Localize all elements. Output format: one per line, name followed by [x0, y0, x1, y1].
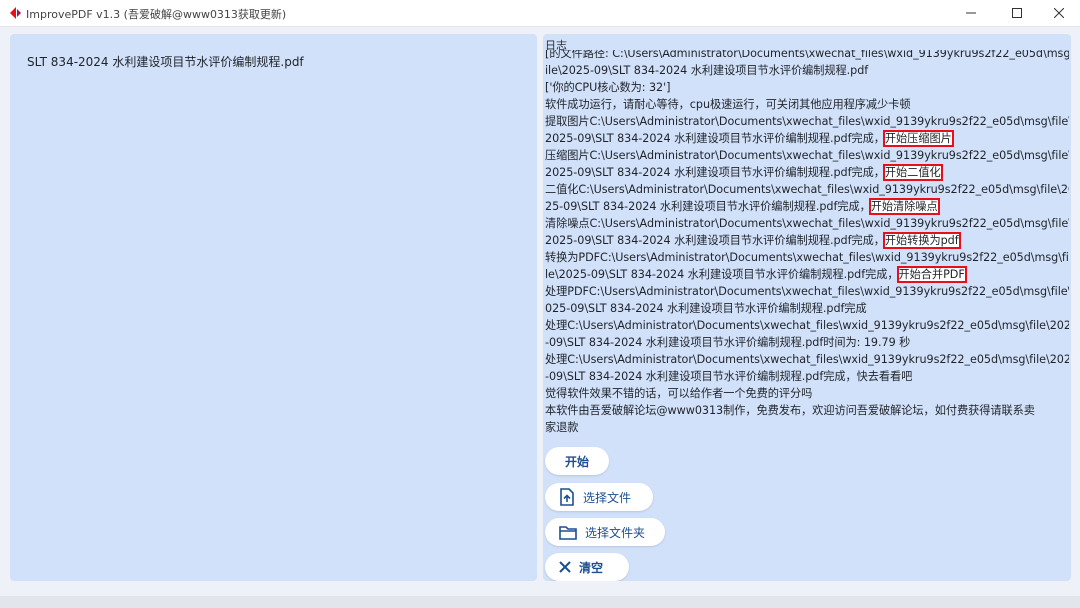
- minimize-button[interactable]: [948, 0, 994, 26]
- log-highlight-box: 开始清除噪点: [868, 198, 940, 215]
- log-line-text: ile\2025-09\SLT 834-2024 水利建设项目节水评价编制规程.…: [545, 64, 869, 77]
- log-line: [的文件路径: C:\Users\Administrator\Documents…: [545, 50, 1069, 62]
- log-panel: 日志 [的文件路径: C:\Users\Administrator\Docume…: [543, 34, 1071, 581]
- log-line: 2025-09\SLT 834-2024 水利建设项目节水评价编制规程.pdf完…: [545, 130, 1069, 147]
- log-line: 转换为PDFC:\Users\Administrator\Documents\x…: [545, 249, 1069, 266]
- start-button[interactable]: 开始: [545, 447, 609, 475]
- log-line-text: 家退款: [545, 421, 579, 434]
- log-line: 25-09\SLT 834-2024 水利建设项目节水评价编制规程.pdf完成，…: [545, 198, 1069, 215]
- log-line-text: 025-09\SLT 834-2024 水利建设项目节水评价编制规程.pdf完成: [545, 302, 867, 315]
- clear-button[interactable]: 清空: [545, 553, 629, 581]
- log-line: le\2025-09\SLT 834-2024 水利建设项目节水评价编制规程.p…: [545, 266, 1069, 283]
- log-line-text: -09\SLT 834-2024 水利建设项目节水评价编制规程.pdf完成，快去…: [545, 370, 913, 383]
- log-line-text: 2025-09\SLT 834-2024 水利建设项目节水评价编制规程.pdf完…: [545, 166, 885, 179]
- log-line-text: 压缩图片C:\Users\Administrator\Documents\xwe…: [545, 149, 1069, 162]
- log-line: ile\2025-09\SLT 834-2024 水利建设项目节水评价编制规程.…: [545, 62, 1069, 79]
- minimize-icon: [966, 12, 976, 14]
- close-button[interactable]: [1036, 0, 1080, 26]
- log-highlight-box: 开始压缩图片: [882, 130, 954, 147]
- folder-icon: [559, 525, 577, 540]
- log-line-text: 2025-09\SLT 834-2024 水利建设项目节水评价编制规程.pdf完…: [545, 132, 885, 145]
- log-line: 025-09\SLT 834-2024 水利建设项目节水评价编制规程.pdf完成: [545, 300, 1069, 317]
- log-line-text: 转换为PDFC:\Users\Administrator\Documents\x…: [545, 251, 1069, 264]
- log-lines: [的文件路径: C:\Users\Administrator\Documents…: [545, 50, 1069, 436]
- select-file-label: 选择文件: [583, 490, 632, 505]
- select-folder-button[interactable]: 选择文件夹: [545, 518, 665, 546]
- select-folder-label: 选择文件夹: [585, 525, 646, 540]
- log-line-text: 处理PDFC:\Users\Administrator\Documents\xw…: [545, 285, 1069, 298]
- file-list-panel[interactable]: SLT 834-2024 水利建设项目节水评价编制规程.pdf: [10, 34, 537, 581]
- log-line-text: 觉得软件效果不错的话，可以给作者一个免费的评分吗: [545, 387, 813, 400]
- log-line: ['你的CPU核心数为: 32']: [545, 79, 1069, 96]
- title-bar: ImprovePDF v1.3 (吾爱破解@www0313获取更新): [0, 0, 1080, 27]
- log-text-area[interactable]: [的文件路径: C:\Users\Administrator\Documents…: [545, 50, 1069, 440]
- log-highlight-box: 开始转换为pdf: [882, 232, 961, 249]
- log-line: -09\SLT 834-2024 水利建设项目节水评价编制规程.pdf完成，快去…: [545, 368, 1069, 385]
- log-line-text: ['你的CPU核心数为: 32']: [545, 81, 671, 94]
- log-line: 压缩图片C:\Users\Administrator\Documents\xwe…: [545, 147, 1069, 164]
- log-line: 清除噪点C:\Users\Administrator\Documents\xwe…: [545, 215, 1069, 232]
- log-highlight-box: 开始二值化: [882, 164, 943, 181]
- log-line-text: 处理C:\Users\Administrator\Documents\xwech…: [545, 319, 1069, 332]
- log-line-text: 清除噪点C:\Users\Administrator\Documents\xwe…: [545, 217, 1069, 230]
- window-title: ImprovePDF v1.3 (吾爱破解@www0313获取更新): [26, 8, 287, 21]
- log-line-text: 处理C:\Users\Administrator\Documents\xwech…: [545, 353, 1069, 366]
- log-line-text: 软件成功运行，请耐心等待，cpu极速运行，可关闭其他应用程序减少卡顿: [545, 98, 911, 111]
- log-line-text: 2025-09\SLT 834-2024 水利建设项目节水评价编制规程.pdf完…: [545, 234, 885, 247]
- log-line-text: 25-09\SLT 834-2024 水利建设项目节水评价编制规程.pdf完成，: [545, 200, 871, 213]
- log-line: 家退款: [545, 419, 1069, 436]
- log-line: -09\SLT 834-2024 水利建设项目节水评价编制规程.pdf时间为: …: [545, 334, 1069, 351]
- log-line: 处理C:\Users\Administrator\Documents\xwech…: [545, 351, 1069, 368]
- log-line-text: [的文件路径: C:\Users\Administrator\Documents…: [545, 50, 1069, 60]
- log-line: 处理PDFC:\Users\Administrator\Documents\xw…: [545, 283, 1069, 300]
- log-line: 软件成功运行，请耐心等待，cpu极速运行，可关闭其他应用程序减少卡顿: [545, 96, 1069, 113]
- close-x-icon: [559, 561, 571, 573]
- close-icon: [1054, 8, 1064, 18]
- start-button-label: 开始: [564, 454, 589, 469]
- app-logo-icon: [10, 7, 21, 19]
- clear-button-label: 清空: [579, 560, 604, 575]
- log-line: 处理C:\Users\Administrator\Documents\xwech…: [545, 317, 1069, 334]
- log-highlight-box: 开始合并PDF: [896, 266, 967, 283]
- maximize-button[interactable]: [994, 0, 1040, 26]
- log-line: 二值化C:\Users\Administrator\Documents\xwec…: [545, 181, 1069, 198]
- bottom-strip: [0, 596, 1080, 608]
- log-line: 提取图片C:\Users\Administrator\Documents\xwe…: [545, 113, 1069, 130]
- log-line: 本软件由吾爱破解论坛@www0313制作，免费发布，欢迎访问吾爱破解论坛，如付费…: [545, 402, 1069, 419]
- file-upload-icon: [560, 488, 574, 506]
- maximize-icon: [1012, 8, 1022, 18]
- log-line: 觉得软件效果不错的话，可以给作者一个免费的评分吗: [545, 385, 1069, 402]
- log-line-text: 本软件由吾爱破解论坛@www0313制作，免费发布，欢迎访问吾爱破解论坛，如付费…: [545, 404, 1035, 417]
- file-list-item[interactable]: SLT 834-2024 水利建设项目节水评价编制规程.pdf: [27, 53, 304, 70]
- select-file-button[interactable]: 选择文件: [545, 483, 653, 511]
- log-line: 2025-09\SLT 834-2024 水利建设项目节水评价编制规程.pdf完…: [545, 164, 1069, 181]
- log-line-text: le\2025-09\SLT 834-2024 水利建设项目节水评价编制规程.p…: [545, 268, 899, 281]
- log-line-text: 二值化C:\Users\Administrator\Documents\xwec…: [545, 183, 1069, 196]
- log-line: 2025-09\SLT 834-2024 水利建设项目节水评价编制规程.pdf完…: [545, 232, 1069, 249]
- log-line-text: -09\SLT 834-2024 水利建设项目节水评价编制规程.pdf时间为: …: [545, 336, 911, 349]
- log-line-text: 提取图片C:\Users\Administrator\Documents\xwe…: [545, 115, 1069, 128]
